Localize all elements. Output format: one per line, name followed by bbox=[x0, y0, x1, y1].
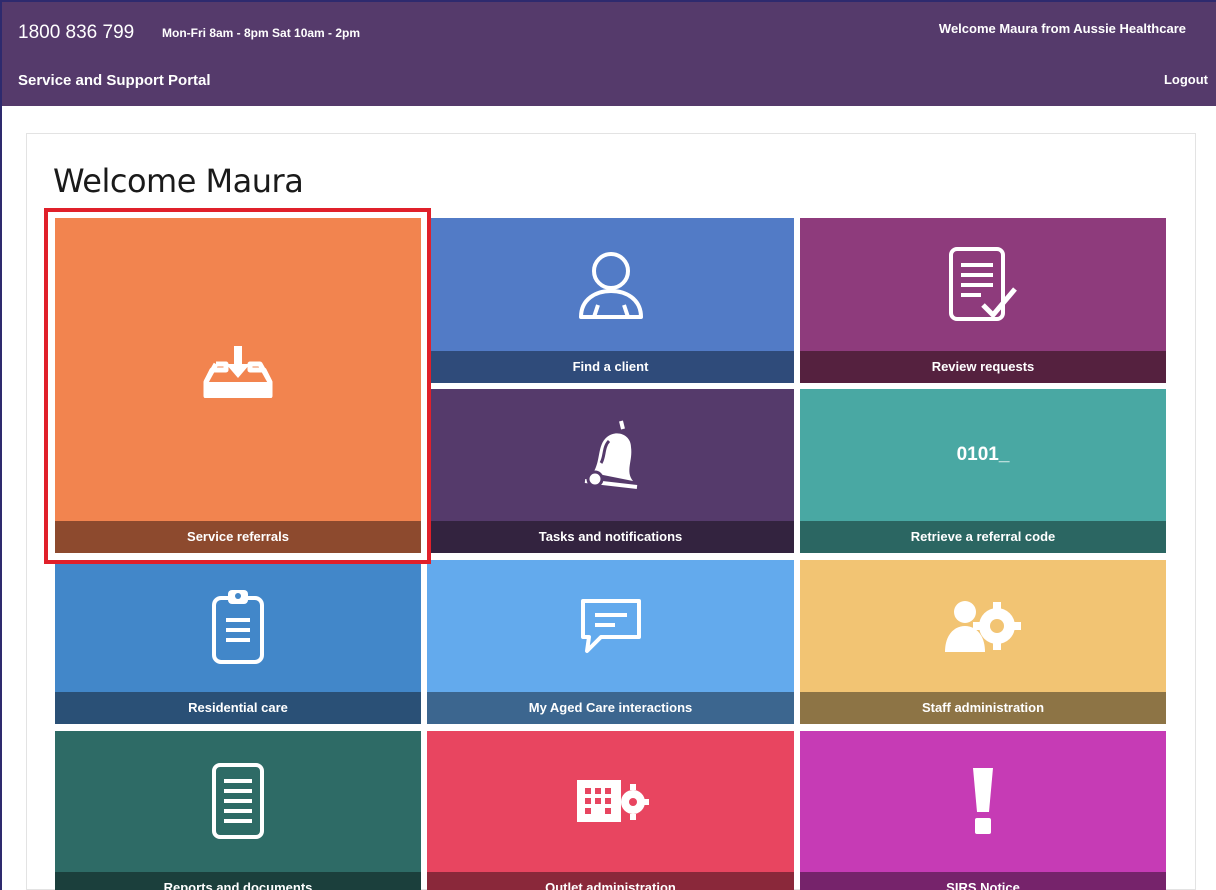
tile-review-requests[interactable]: Review requests bbox=[800, 218, 1166, 383]
welcome-user-text: Welcome Maura from Aussie Healthcare bbox=[938, 21, 1186, 36]
tile-label: Staff administration bbox=[800, 692, 1166, 724]
tile-label: Outlet administration bbox=[427, 872, 794, 890]
tile-label: Service referrals bbox=[55, 521, 421, 553]
tile-label: Review requests bbox=[800, 351, 1166, 383]
tile-label: Tasks and notifications bbox=[427, 521, 794, 553]
tile-label: My Aged Care interactions bbox=[427, 692, 794, 724]
tile-sirs-notice[interactable]: SIRS Notice bbox=[800, 731, 1166, 890]
inbox-download-icon bbox=[55, 218, 421, 521]
logout-link[interactable]: Logout bbox=[1164, 72, 1208, 87]
portal-title: Service and Support Portal bbox=[18, 72, 211, 89]
tile-my-aged-care-interactions[interactable]: My Aged Care interactions bbox=[427, 560, 794, 724]
tile-outlet-administration[interactable]: Outlet administration bbox=[427, 731, 794, 890]
top-bar: 1800 836 799 Mon-Fri 8am - 8pm Sat 10am … bbox=[2, 2, 1216, 106]
clipboard-icon bbox=[55, 560, 421, 692]
tile-label: SIRS Notice bbox=[800, 872, 1166, 890]
tile-tasks-and-notifications[interactable]: Tasks and notifications bbox=[427, 389, 794, 553]
tile-retrieve-a-referral-code[interactable]: 0101_ Retrieve a referral code bbox=[800, 389, 1166, 553]
tile-label: Retrieve a referral code bbox=[800, 521, 1166, 553]
tile-label: Find a client bbox=[427, 351, 794, 383]
tile-residential-care[interactable]: Residential care bbox=[55, 560, 421, 724]
exclamation-icon bbox=[800, 731, 1166, 871]
opening-hours: Mon-Fri 8am - 8pm Sat 10am - 2pm bbox=[162, 26, 361, 40]
person-icon bbox=[427, 218, 794, 351]
tile-label: Reports and documents bbox=[55, 872, 421, 890]
chat-icon bbox=[427, 560, 794, 692]
tile-label: Residential care bbox=[55, 692, 421, 724]
tile-service-referrals[interactable]: Service referrals bbox=[55, 218, 421, 553]
bell-icon bbox=[427, 389, 794, 521]
page-title: Welcome Maura bbox=[53, 162, 304, 200]
tile-reports-and-documents[interactable]: Reports and documents bbox=[55, 731, 421, 890]
code-icon: 0101_ bbox=[956, 444, 1010, 465]
phone-number: 1800 836 799 bbox=[18, 22, 135, 43]
tile-find-a-client[interactable]: Find a client bbox=[427, 218, 794, 383]
people-gear-icon bbox=[800, 560, 1166, 692]
tile-staff-administration[interactable]: Staff administration bbox=[800, 560, 1166, 724]
document-check-icon bbox=[800, 218, 1166, 351]
report-icon bbox=[55, 731, 421, 871]
building-gear-icon bbox=[427, 731, 794, 871]
